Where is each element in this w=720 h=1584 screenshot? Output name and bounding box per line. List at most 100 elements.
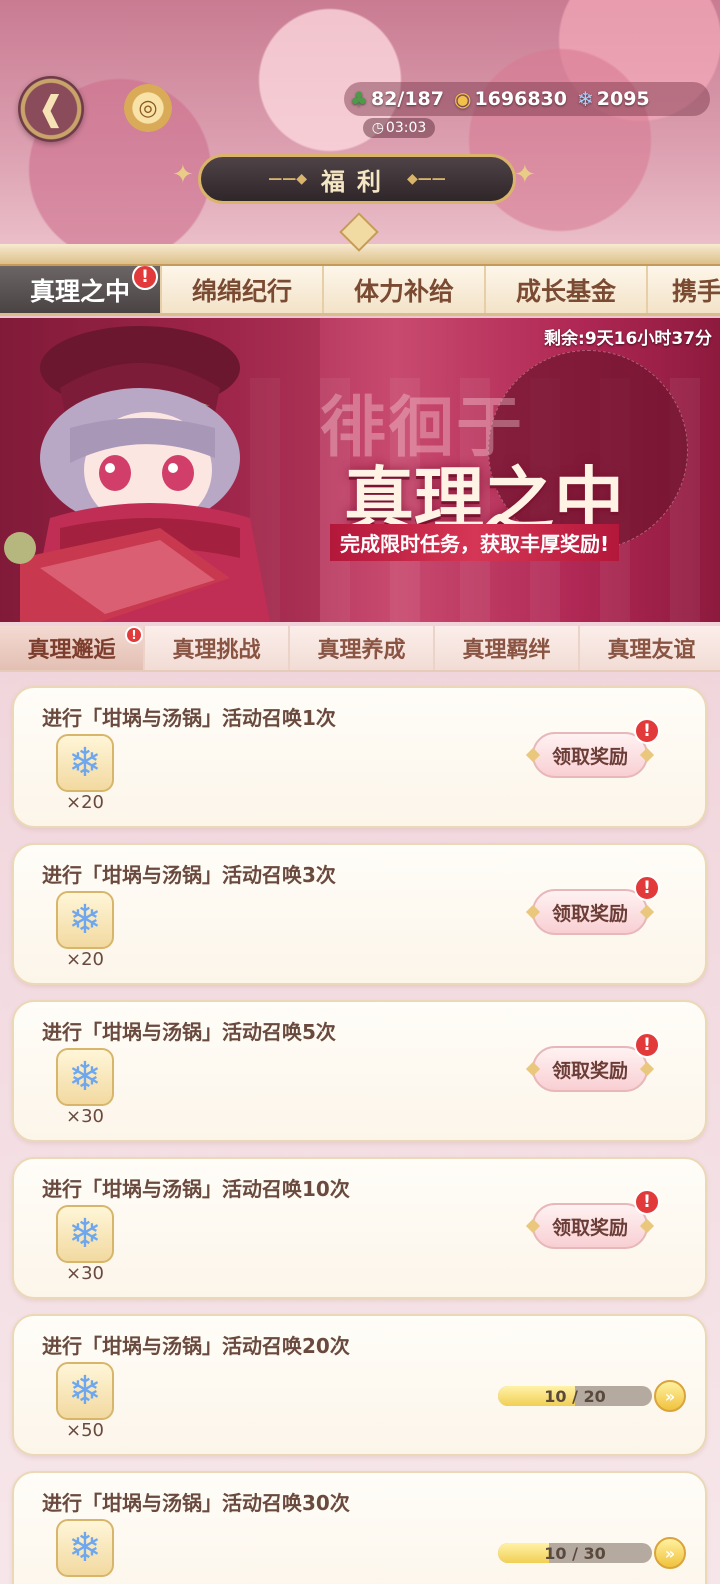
go-to-task-button[interactable]: »	[654, 1380, 686, 1412]
subtab-label: 真理养成	[317, 638, 406, 663]
coin-shop-button[interactable]: ◎	[124, 84, 172, 132]
task-title: 进行「坩埚与汤锅」活动召唤3次	[42, 863, 336, 887]
banner-subtitle: 完成限时任务，获取丰厚奖励!	[330, 524, 620, 561]
character-illustration	[0, 318, 320, 622]
tab-label: 体力补给	[353, 276, 454, 306]
page-title: 福利	[321, 167, 393, 196]
alert-badge-icon: !	[132, 266, 158, 290]
tab-hand-in-hand[interactable]: 携手	[648, 266, 720, 313]
gold-rail-divider	[0, 212, 720, 266]
ornament-right-icon: ✦	[514, 160, 536, 190]
ornament-left-icon: ✦	[172, 160, 194, 190]
task-progress-bar: 10 / 20	[498, 1386, 652, 1406]
task-card: 进行「坩埚与汤锅」活动召唤30次 ❄ 10 / 30 »	[12, 1471, 707, 1584]
tab-stamina-supply[interactable]: 体力补给	[324, 266, 486, 313]
subtab-label: 真理友谊	[607, 638, 696, 663]
coin-shop-icon: ◎	[138, 95, 158, 121]
reward-item[interactable]: ❄	[56, 734, 114, 792]
reward-item[interactable]: ❄	[56, 1205, 114, 1263]
task-card: 进行「坩埚与汤锅」活动召唤10次 ❄ ×30 领取奖励 !	[12, 1157, 707, 1299]
back-arrow-icon: ❰	[36, 89, 66, 129]
task-title: 进行「坩埚与汤锅」活动召唤30次	[42, 1491, 350, 1515]
reward-count: ×20	[66, 949, 104, 970]
reward-item[interactable]: ❄	[56, 1362, 114, 1420]
event-banner: 剩余:9天16小时37分 徘徊于 真理之中 完成限时任务，获取丰厚奖励!	[0, 318, 720, 622]
subtab-truth-encounter[interactable]: 真理邂逅 !	[0, 626, 145, 670]
diamond-ornament-icon	[639, 1061, 655, 1077]
clover-icon: ♣	[350, 87, 368, 111]
tab-label: 成长基金	[515, 276, 616, 306]
tab-label: 绵绵纪行	[191, 276, 292, 306]
task-title: 进行「坩埚与汤锅」活动召唤5次	[42, 1020, 336, 1044]
task-card: 进行「坩埚与汤锅」活动召唤3次 ❄ ×20 领取奖励 !	[12, 843, 707, 985]
reward-count: ×30	[66, 1106, 104, 1127]
diamond-ornament-icon	[525, 1061, 541, 1077]
event-countdown: 剩余:9天16小时37分	[544, 329, 712, 349]
crystal-gem-icon: ❄	[68, 1525, 102, 1571]
task-title: 进行「坩埚与汤锅」活动召唤10次	[42, 1177, 350, 1201]
task-card: 进行「坩埚与汤锅」活动召唤20次 ❄ ×50 10 / 20 »	[12, 1314, 707, 1456]
claim-reward-button[interactable]: 领取奖励 !	[525, 875, 660, 935]
resource-bar: ♣ 82/187 ◉ 1696830 ❄ 2095	[344, 82, 710, 116]
subtab-label: 真理挑战	[172, 638, 261, 663]
main-tab-bar: 真理之中 ! 绵绵纪行 体力补给 成长基金 携手	[0, 266, 720, 316]
timer-value: 03:03	[385, 120, 427, 136]
diamond-ornament-icon	[639, 1218, 655, 1234]
claim-label: 领取奖励	[551, 745, 628, 768]
subtab-truth-bond[interactable]: 真理羁绊	[435, 626, 580, 670]
alert-badge-icon: !	[634, 718, 660, 744]
diamond-ornament-icon	[525, 1218, 541, 1234]
crystal-gem-icon: ❄	[68, 740, 102, 786]
alert-badge-icon: !	[125, 626, 143, 644]
progress-text: 10 / 30	[544, 1543, 606, 1563]
reward-count: ×20	[66, 792, 104, 813]
claim-reward-button[interactable]: 领取奖励 !	[525, 1032, 660, 1092]
sub-tab-bar: 真理邂逅 ! 真理挑战 真理养成 真理羁绊 真理友谊	[0, 626, 720, 672]
task-card: 进行「坩埚与汤锅」活动召唤1次 ❄ ×20 领取奖励 !	[12, 686, 707, 828]
stamina-value: 82/187	[370, 88, 444, 110]
gold-coin-icon: ◉	[453, 87, 472, 111]
go-to-task-button[interactable]: »	[654, 1537, 686, 1569]
crystal-gem-icon: ❄	[68, 897, 102, 943]
diamond-ornament-icon	[639, 904, 655, 920]
page-title-plate: ——◆ 福利 ◆——	[198, 154, 516, 204]
subtab-truth-friendship[interactable]: 真理友谊	[580, 626, 720, 670]
gold-counter[interactable]: ◉ 1696830	[454, 88, 567, 110]
tab-journey[interactable]: 绵绵纪行	[162, 266, 324, 313]
crystal-gem-icon: ❄	[68, 1211, 102, 1257]
stamina-timer: ◷ 03:03	[363, 118, 435, 138]
gold-value: 1696830	[474, 88, 567, 110]
tab-label: 携手	[672, 276, 720, 306]
subtab-truth-cultivate[interactable]: 真理养成	[290, 626, 435, 670]
claim-reward-button[interactable]: 领取奖励 !	[525, 1189, 660, 1249]
title-ornament-left: ——◆	[268, 171, 307, 187]
tab-growth-fund[interactable]: 成长基金	[486, 266, 648, 313]
progress-text: 10 / 20	[544, 1386, 606, 1406]
reward-count: ×30	[66, 1263, 104, 1284]
claim-label: 领取奖励	[551, 1059, 628, 1082]
crystal-gem-icon: ❄	[68, 1368, 102, 1414]
claim-label: 领取奖励	[551, 902, 628, 925]
task-progress-bar: 10 / 30	[498, 1543, 652, 1563]
gem-value: 2095	[596, 88, 650, 110]
title-ornament-right: ◆——	[407, 171, 446, 187]
reward-item[interactable]: ❄	[56, 891, 114, 949]
back-button[interactable]: ❰	[18, 76, 84, 142]
crystal-gem-icon: ❄	[68, 1054, 102, 1100]
task-title: 进行「坩埚与汤锅」活动召唤20次	[42, 1334, 350, 1358]
diamond-ornament-icon	[639, 747, 655, 763]
task-title: 进行「坩埚与汤锅」活动召唤1次	[42, 706, 336, 730]
gem-counter[interactable]: ❄ 2095	[577, 88, 650, 110]
tab-truth-within[interactable]: 真理之中 !	[0, 266, 162, 313]
alert-badge-icon: !	[634, 1032, 660, 1058]
clock-icon: ◷	[371, 120, 384, 136]
subtab-truth-challenge[interactable]: 真理挑战	[145, 626, 290, 670]
subtab-label: 真理邂逅	[27, 638, 116, 663]
claim-reward-button[interactable]: 领取奖励 !	[525, 718, 660, 778]
tab-label: 真理之中	[29, 276, 130, 306]
reward-item[interactable]: ❄	[56, 1519, 114, 1577]
stamina-counter[interactable]: ♣ 82/187	[350, 88, 444, 110]
diamond-ornament-icon	[525, 904, 541, 920]
diamond-ornament-icon	[525, 747, 541, 763]
reward-item[interactable]: ❄	[56, 1048, 114, 1106]
